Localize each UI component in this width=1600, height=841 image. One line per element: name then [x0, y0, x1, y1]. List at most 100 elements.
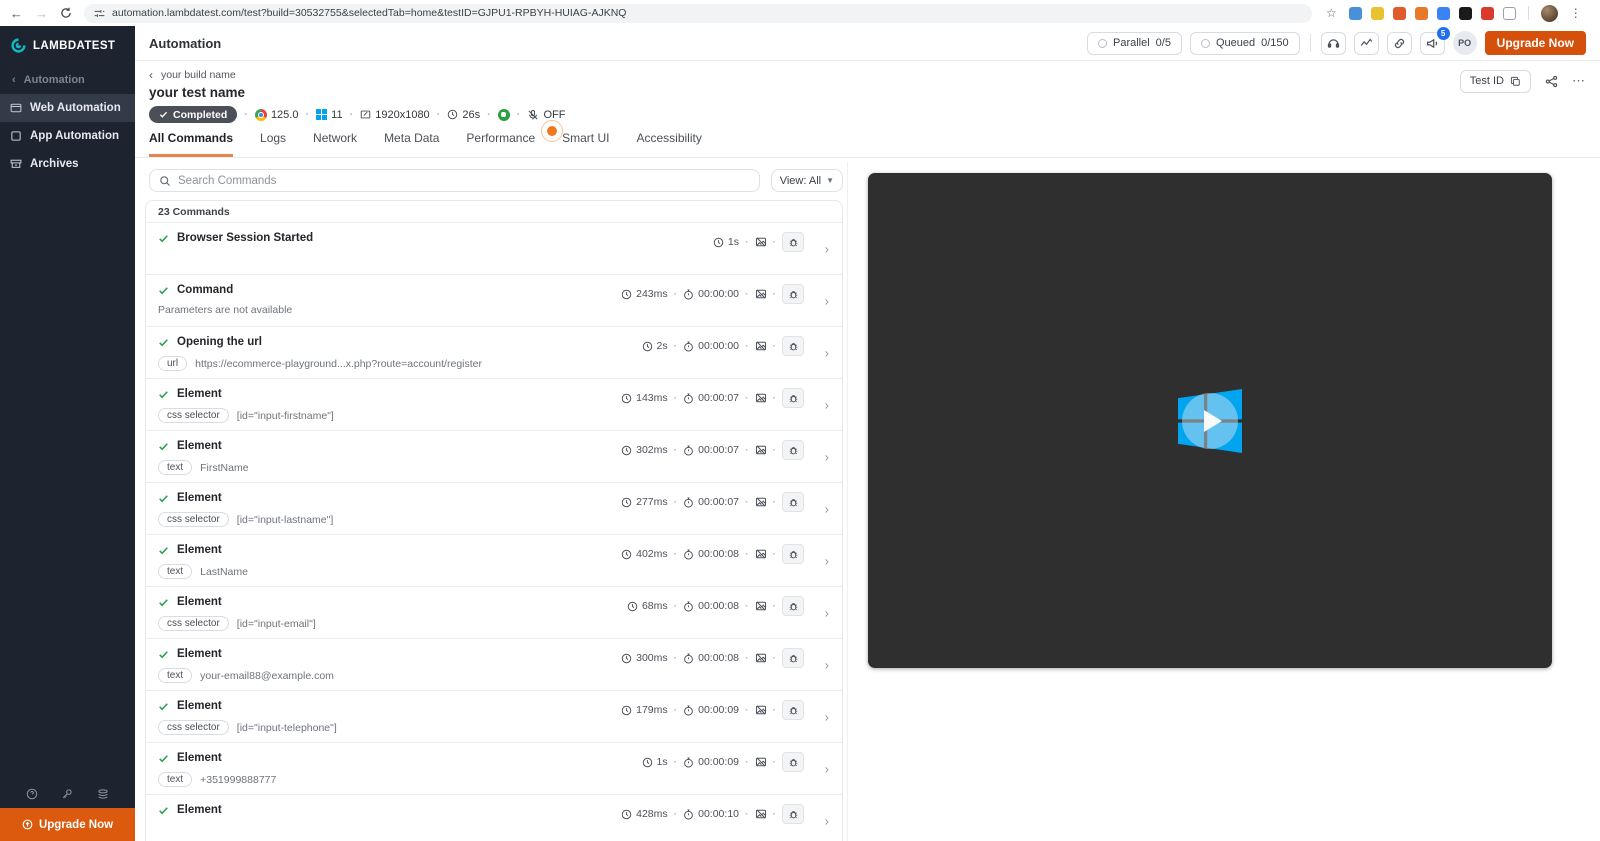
search-input[interactable]: [178, 174, 750, 187]
chevron-right-icon[interactable]: ›: [825, 657, 829, 672]
command-row[interactable]: Element css selector [id="input-lastname…: [146, 483, 842, 535]
tab-meta-data[interactable]: Meta Data: [384, 131, 439, 157]
bug-report-button[interactable]: [782, 752, 804, 772]
bug-report-button[interactable]: [782, 284, 804, 304]
tab-logs[interactable]: Logs: [260, 131, 286, 157]
breadcrumb[interactable]: ‹ your build name: [149, 68, 236, 82]
command-duration: 1s: [642, 756, 668, 768]
test-id-button[interactable]: Test ID: [1459, 69, 1531, 93]
extension-blue-arc-icon[interactable]: [1436, 6, 1450, 20]
extension-blue-icon[interactable]: [1348, 6, 1362, 20]
extension-orange-text-icon[interactable]: [1392, 6, 1406, 20]
headset-icon[interactable]: [1320, 31, 1346, 55]
command-row[interactable]: Element text +351999888777 1s · 00:00:09…: [146, 743, 842, 795]
site-settings-icon[interactable]: [94, 8, 105, 19]
extension-red-circle-icon[interactable]: [1480, 6, 1494, 20]
sidebar-item-archives[interactable]: Archives: [0, 150, 135, 178]
key-icon[interactable]: [61, 788, 73, 800]
tab-all-commands[interactable]: All Commands: [149, 131, 234, 157]
browser-back-icon[interactable]: ←: [10, 7, 23, 20]
video-player[interactable]: [868, 173, 1552, 668]
sidebar-item-app-automation[interactable]: App Automation: [0, 122, 135, 150]
command-row[interactable]: Element css selector [id="input-telephon…: [146, 691, 842, 743]
address-bar[interactable]: automation.lambdatest.com/test?build=305…: [84, 3, 1312, 23]
chevron-right-icon[interactable]: ›: [825, 449, 829, 464]
sidebar-upgrade-label: Upgrade Now: [38, 818, 114, 831]
bug-report-button[interactable]: [782, 648, 804, 668]
chevron-right-icon[interactable]: ›: [825, 605, 829, 620]
command-row[interactable]: Opening the url url https://ecommerce-pl…: [146, 327, 842, 379]
brand[interactable]: LAMBDATEST: [0, 26, 135, 66]
bug-report-button[interactable]: [782, 596, 804, 616]
bug-report-button[interactable]: [782, 440, 804, 460]
play-button[interactable]: [1182, 392, 1238, 449]
tab-smart-ui[interactable]: Smart UI: [562, 131, 609, 157]
parallel-status-pill[interactable]: Parallel 0/5: [1086, 31, 1182, 55]
bug-report-button[interactable]: [782, 700, 804, 720]
extension-dark-g-icon[interactable]: [1458, 6, 1472, 20]
stopwatch-icon: [684, 393, 693, 404]
bug-report-button[interactable]: [782, 388, 804, 408]
command-row[interactable]: Command Parameters are not available 243…: [146, 275, 842, 327]
chevron-right-icon[interactable]: ›: [825, 397, 829, 412]
queued-status-pill[interactable]: Queued 0/150: [1189, 31, 1300, 55]
command-name: Element: [177, 596, 222, 608]
analytics-icon[interactable]: [1353, 31, 1379, 55]
bug-report-button[interactable]: [782, 336, 804, 356]
sidebar-item-web-automation[interactable]: Web Automation: [0, 94, 135, 122]
bug-report-button[interactable]: [782, 804, 804, 824]
command-row[interactable]: Element text FirstName 302ms · 00:00:07 …: [146, 431, 842, 483]
dot-separator: ·: [745, 392, 749, 404]
command-row[interactable]: Element text LastName 402ms · 00:00:08 ·…: [146, 535, 842, 587]
bookmark-star-icon[interactable]: ☆: [1326, 6, 1337, 20]
chevron-right-icon[interactable]: ›: [825, 501, 829, 516]
commands-count: 23 Commands: [146, 201, 842, 223]
help-icon[interactable]: [26, 788, 38, 800]
browser-profile-avatar[interactable]: [1540, 4, 1558, 22]
extension-yellow-js-icon[interactable]: [1370, 6, 1384, 20]
sidebar-section-automation[interactable]: ‹ Automation: [0, 66, 135, 94]
chevron-right-icon[interactable]: ›: [825, 761, 829, 776]
more-options-icon[interactable]: ⋯: [1572, 73, 1586, 89]
bug-report-button[interactable]: [782, 492, 804, 512]
browser-reload-icon[interactable]: [60, 7, 72, 19]
chevron-right-icon[interactable]: ›: [825, 709, 829, 724]
command-row[interactable]: Element css selector [id="input-firstnam…: [146, 379, 842, 431]
tab-network[interactable]: Network: [313, 131, 357, 157]
search-commands-box[interactable]: [149, 169, 760, 192]
video-timestamp: 00:00:08: [683, 600, 739, 612]
command-row[interactable]: Element text your-email88@example.com 30…: [146, 639, 842, 691]
screenshot-off-icon: [755, 445, 766, 455]
chevron-right-icon[interactable]: ›: [825, 241, 829, 256]
command-row[interactable]: Element css selector [id="input-email"] …: [146, 587, 842, 639]
link-icon[interactable]: [1386, 31, 1412, 55]
bug-report-button[interactable]: [782, 232, 804, 252]
upgrade-now-button[interactable]: Upgrade Now: [1484, 31, 1586, 55]
tab-performance[interactable]: Performance: [466, 131, 535, 157]
chevron-right-icon[interactable]: ›: [825, 553, 829, 568]
screen-icon: [360, 110, 371, 119]
param-value: https://ecommerce-playground...x.php?rou…: [195, 357, 482, 370]
command-name: Command: [177, 284, 234, 296]
dot-separator: ·: [772, 600, 777, 612]
command-name: Element: [177, 700, 222, 712]
chevron-right-icon[interactable]: ›: [825, 293, 829, 308]
extension-fox-icon[interactable]: [1414, 6, 1428, 20]
command-row[interactable]: Browser Session Started 1s · · ›: [146, 223, 842, 275]
tab-accessibility[interactable]: Accessibility: [636, 131, 701, 157]
browser-menu-icon[interactable]: ⋮: [1570, 6, 1582, 20]
browser-forward-icon[interactable]: →: [35, 7, 48, 20]
url-text[interactable]: automation.lambdatest.com/test?build=305…: [112, 7, 626, 19]
bug-report-button[interactable]: [782, 544, 804, 564]
view-filter-dropdown[interactable]: View: All ▼: [770, 169, 843, 192]
chevron-right-icon[interactable]: ›: [825, 813, 829, 828]
user-avatar[interactable]: PO: [1452, 31, 1477, 55]
share-icon[interactable]: [1545, 75, 1558, 88]
layers-icon[interactable]: [97, 788, 109, 800]
chevron-right-icon[interactable]: ›: [825, 345, 829, 360]
queued-label: Queued: [1215, 37, 1256, 49]
command-row[interactable]: Element 428ms · 00:00:10 · · ›: [146, 795, 842, 841]
announcements-icon[interactable]: 5: [1419, 26, 1450, 55]
extension-puzzle-icon[interactable]: [1502, 6, 1516, 20]
sidebar-upgrade-banner[interactable]: Upgrade Now: [0, 808, 135, 841]
